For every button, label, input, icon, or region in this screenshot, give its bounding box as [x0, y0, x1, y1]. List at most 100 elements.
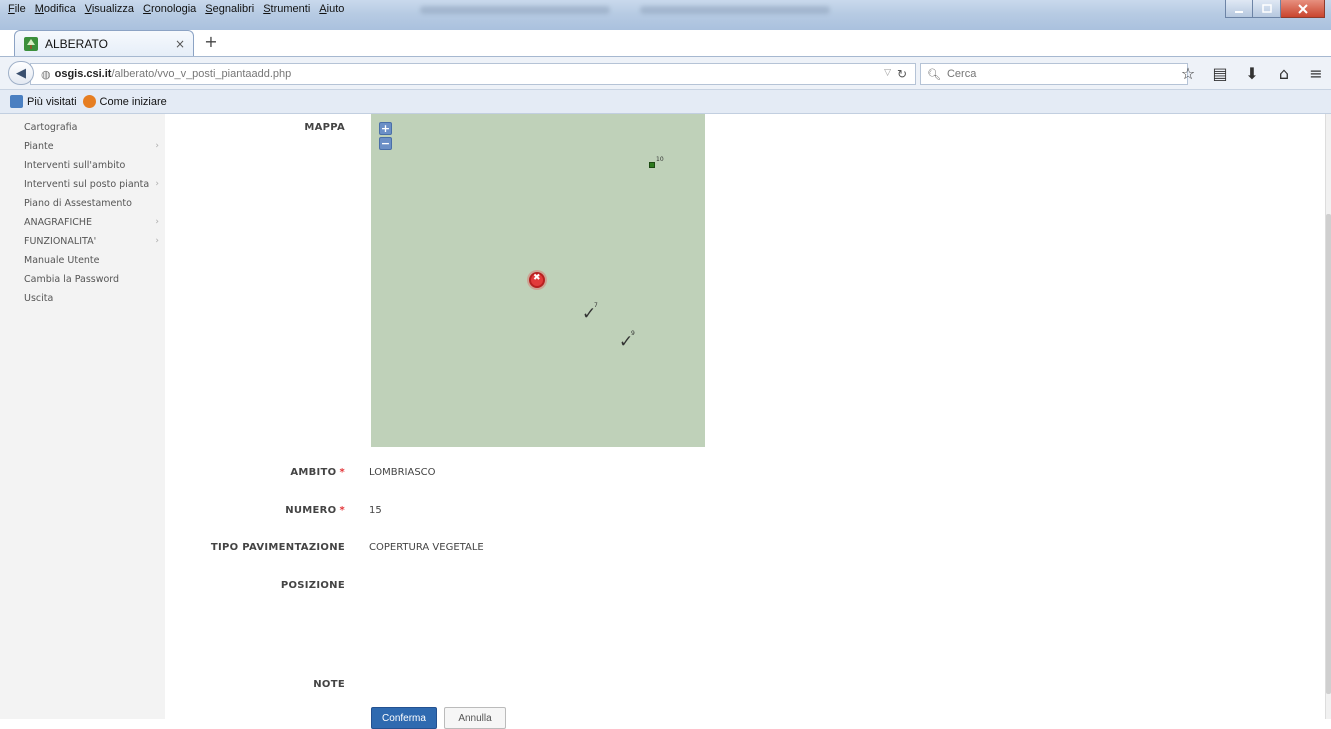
required-marker: * [339, 467, 345, 478]
url-dropdown-icon[interactable]: ▽ [884, 68, 891, 78]
map-feature-label: 9 [631, 330, 635, 337]
chevron-right-icon: › [155, 236, 159, 246]
main-form: MAPPA + − 10 ✓ 7 ✓ 9 AMBITO* LOMBRIASCO … [165, 114, 1325, 729]
menu-aiuto[interactable]: Aiuto [315, 1, 349, 17]
window-title-blur [420, 6, 610, 14]
new-tab-button[interactable]: + [200, 34, 222, 52]
sidebar-item-label: ANAGRAFICHE [24, 217, 93, 228]
sidebar-item-cartografia[interactable]: Cartografia [0, 118, 165, 137]
url-text: osgis.csi.it/alberato/vvo_v_posti_pianta… [55, 68, 292, 80]
sidebar-item-label: Interventi sull'ambito [24, 160, 126, 171]
scrollbar-thumb[interactable] [1326, 214, 1331, 694]
menu-icon[interactable]: ≡ [1307, 64, 1325, 84]
confirm-button[interactable]: Conferma [371, 707, 437, 729]
chevron-right-icon: › [155, 217, 159, 227]
cancel-button[interactable]: Annulla [444, 707, 506, 729]
url-bar[interactable]: ◍ osgis.csi.it/alberato/vvo_v_posti_pian… [30, 63, 916, 85]
zoom-out-button[interactable]: − [379, 137, 392, 150]
sidebar-item-uscita[interactable]: Uscita [0, 289, 165, 308]
maximize-icon [1261, 3, 1272, 13]
search-icon: 🔍︎ [927, 67, 941, 81]
map-feature-tree[interactable] [649, 162, 655, 168]
sidebar-item-label: FUNZIONALITA' [24, 236, 97, 247]
sidebar-item-label: Cambia la Password [24, 274, 120, 285]
sidebar-item-label: Interventi sul posto pianta [24, 179, 150, 190]
sidebar-item-piante[interactable]: Piante › [0, 137, 165, 156]
url-host: osgis.csi.it [54, 68, 112, 80]
chevron-right-icon: › [155, 179, 159, 189]
sidebar-item-cambia-password[interactable]: Cambia la Password [0, 270, 165, 289]
ambito-label-text: AMBITO [290, 467, 337, 478]
most-visited-icon [10, 95, 23, 108]
tipo-pavimentazione-label: TIPO PAVIMENTAZIONE [210, 542, 345, 553]
bookmark-most-visited[interactable]: Più visitati [10, 95, 77, 108]
map-view[interactable]: + − 10 ✓ 7 ✓ 9 [371, 114, 705, 447]
alberato-favicon-icon [24, 36, 38, 51]
tab-title: ALBERATO [45, 36, 108, 51]
sidebar-item-label: Cartografia [24, 122, 78, 133]
tab-strip: ALBERATO × + [0, 30, 1331, 56]
map-feature-selected[interactable] [529, 272, 545, 288]
window-controls [1225, 0, 1325, 18]
menu-file[interactable]: File [4, 1, 31, 17]
menu-strumenti[interactable]: Strumenti [259, 1, 315, 17]
toolbar-icons: ☆ ▤ ⬇ ⌂ ≡ [1179, 64, 1325, 84]
menu-bar: File Modifica Visualizza Cronologia Segn… [4, 1, 349, 17]
close-icon [1297, 3, 1308, 14]
firefox-icon [82, 95, 96, 108]
map-feature-label: 7 [594, 302, 598, 309]
star-icon[interactable]: ☆ [1179, 64, 1197, 84]
site-identity-icon[interactable]: ◍ [41, 68, 51, 81]
bookmark-label: Più visitati [27, 95, 77, 108]
reading-list-icon[interactable]: ▤ [1211, 64, 1229, 84]
zoom-in-button[interactable]: + [379, 122, 392, 135]
sidebar-item-piano-assestamento[interactable]: Piano di Assestamento [0, 194, 165, 213]
sidebar-item-interventi-posto-pianta[interactable]: Interventi sul posto pianta › [0, 175, 165, 194]
numero-label-text: NUMERO [285, 505, 337, 516]
sidebar-item-label: Uscita [24, 293, 54, 304]
chevron-right-icon: › [155, 141, 159, 151]
menu-modifica[interactable]: Modifica [31, 1, 81, 17]
required-marker: * [339, 505, 345, 516]
sidebar-item-interventi-ambito[interactable]: Interventi sull'ambito [0, 156, 165, 175]
vertical-scrollbar[interactable] [1325, 114, 1331, 719]
numero-label: NUMERO * [285, 505, 345, 516]
numero-value: 15 [369, 505, 382, 516]
tab-close-icon[interactable]: × [175, 37, 185, 51]
menu-visualizza[interactable]: Visualizza [81, 1, 139, 17]
ambito-value: LOMBRIASCO [369, 467, 436, 478]
tab-alberato[interactable]: ALBERATO × [14, 30, 194, 56]
menu-segnalibri[interactable]: Segnalibri [201, 1, 259, 17]
back-arrow-icon: ◀ [16, 65, 26, 81]
window-titlebar: File Modifica Visualizza Cronologia Segn… [0, 0, 1331, 30]
bookmark-getting-started[interactable]: Come iniziare [82, 95, 167, 108]
map-label: MAPPA [304, 122, 345, 133]
sidebar-item-manuale-utente[interactable]: Manuale Utente [0, 251, 165, 270]
sidebar-item-anagrafiche[interactable]: ANAGRAFICHE › [0, 213, 165, 232]
sidebar-item-label: Piano di Assestamento [24, 198, 132, 209]
sidebar-item-label: Manuale Utente [24, 255, 100, 266]
search-bar[interactable]: 🔍︎ [920, 63, 1188, 85]
minimize-button[interactable] [1225, 0, 1253, 18]
minimize-icon [1235, 10, 1243, 13]
ambito-label: AMBITO * [290, 467, 345, 478]
close-window-button[interactable] [1281, 0, 1325, 18]
menu-cronologia[interactable]: Cronologia [139, 1, 201, 17]
posizione-label: POSIZIONE [280, 580, 345, 591]
reload-icon[interactable]: ↻ [897, 67, 907, 81]
navigation-bar: ◍ osgis.csi.it/alberato/vvo_v_posti_pian… [0, 56, 1331, 90]
tipo-pavimentazione-value: COPERTURA VEGETALE [369, 542, 484, 553]
map-feature-label: 10 [656, 156, 664, 163]
home-icon[interactable]: ⌂ [1275, 64, 1293, 84]
search-input[interactable] [944, 67, 1145, 81]
sidebar-item-label: Piante [24, 141, 54, 152]
download-icon[interactable]: ⬇ [1243, 64, 1261, 84]
window-title-blur-2 [640, 6, 830, 14]
sidebar-menu: Cartografia Piante › Interventi sull'ambi… [0, 114, 165, 719]
bookmark-label: Come iniziare [99, 95, 167, 108]
url-path: /alberato/vvo_v_posti_piantaadd.php [111, 68, 292, 80]
maximize-button[interactable] [1253, 0, 1281, 18]
sidebar-item-funzionalita[interactable]: FUNZIONALITA' › [0, 232, 165, 251]
back-button[interactable]: ◀ [8, 61, 34, 85]
bookmarks-bar: Più visitati Come iniziare [0, 90, 1331, 114]
